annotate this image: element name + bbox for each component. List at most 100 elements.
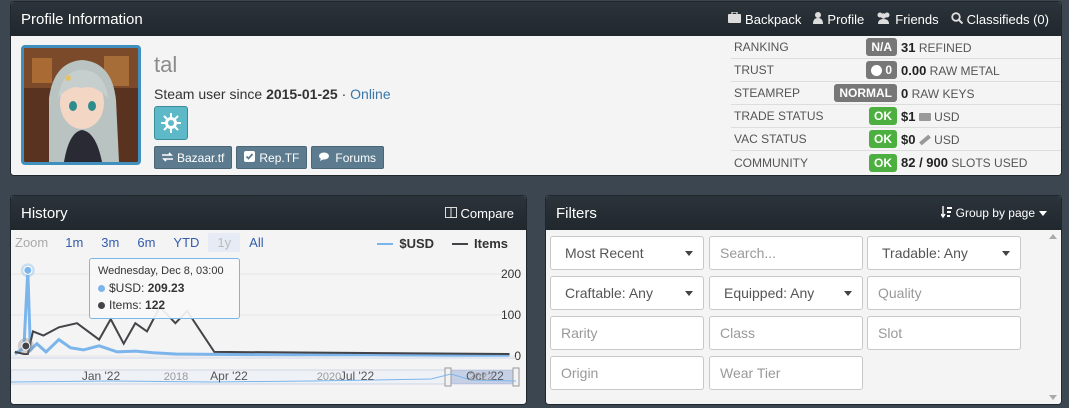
stat-unit: USD — [934, 109, 960, 124]
stat-row-vac-status: VAC STATUS OK $0 USD — [731, 128, 1061, 151]
craftable-select[interactable]: Craftable: Any — [550, 276, 704, 310]
stat-row-steamrep: STEAMREP NORMAL 0 RAW KEYS — [731, 82, 1061, 105]
origin-input[interactable]: Origin — [550, 356, 704, 390]
class-input[interactable]: Class — [709, 316, 863, 350]
status-badge[interactable]: NORMAL — [834, 84, 897, 102]
status-badge: N/A — [866, 38, 897, 56]
columns-icon — [444, 206, 457, 221]
stat-label: RANKING — [734, 40, 789, 54]
legend-swatch — [377, 242, 394, 245]
status-badge: OK — [869, 130, 897, 148]
classifieds-label: Classifieds (0) — [966, 11, 1049, 27]
compare-label: Compare — [460, 205, 514, 221]
status-badge: OK — [869, 153, 897, 172]
stat-row-community: COMMUNITY OK 82 / 900 SLOTS USED — [731, 151, 1061, 174]
input-placeholder: Quality — [878, 285, 922, 301]
history-chart-svg[interactable]: 2001000Jan '22 Apr '22 Jul '22 Oct '222018 2… — [11, 230, 526, 405]
navigator-tick-label: 2022 — [469, 371, 493, 383]
select-value: Tradable: Any — [882, 245, 968, 261]
legend-item-usd[interactable]: $USD — [377, 236, 434, 251]
forums-label: Forums — [335, 150, 377, 165]
forums-button[interactable]: Forums — [311, 146, 385, 169]
external-links: Bazaar.tf Rep.TF Forums — [154, 146, 385, 169]
search-input[interactable]: Search... — [709, 236, 863, 270]
chart-tooltip: Wednesday, Dec 8, 03:00 $USD: 209.23 Ite… — [89, 258, 240, 319]
zoom-3m-button[interactable]: 3m — [92, 233, 128, 252]
bazaar-label: Bazaar.tf — [177, 150, 225, 165]
group-by-dropdown[interactable]: Group by page — [940, 196, 1047, 230]
scroll-down-icon — [1049, 395, 1057, 400]
trust-score: 0 — [885, 63, 892, 77]
chevron-down-icon — [1002, 250, 1010, 256]
wear-tier-input[interactable]: Wear Tier — [709, 356, 863, 390]
quality-input[interactable]: Quality — [867, 276, 1021, 310]
bazaar-button[interactable]: Bazaar.tf — [154, 146, 233, 169]
gear-badge-icon[interactable] — [154, 106, 188, 140]
zoom-ytd-button[interactable]: YTD — [164, 233, 208, 252]
stat-unit: RAW METAL — [929, 63, 1000, 78]
users-icon — [876, 12, 891, 27]
history-panel: History Compare 200 100 0 Jan '22 Apr '22 Jul… — [10, 195, 527, 405]
y-tick-label: 200 — [501, 267, 521, 281]
usd-hover-point — [23, 265, 33, 275]
comments-icon — [319, 151, 331, 165]
toggle-icon — [871, 64, 883, 76]
zoom-all-button[interactable]: All — [240, 233, 272, 252]
profile-link[interactable]: Profile — [813, 11, 865, 27]
caret-down-icon — [1039, 210, 1047, 216]
navigator-tick-label: 2020 — [317, 371, 341, 383]
profile-label: Profile — [827, 11, 865, 27]
classifieds-link[interactable]: Classifieds (0) — [950, 11, 1049, 27]
zoom-1m-button[interactable]: 1m — [56, 233, 92, 252]
items-dot — [98, 302, 105, 309]
reptf-label: Rep.TF — [259, 150, 300, 165]
items-hover-point — [21, 341, 31, 351]
navigator-tick-label: 2018 — [164, 371, 188, 383]
zoom-label: Zoom — [15, 235, 49, 250]
input-placeholder: Origin — [561, 365, 599, 381]
scrollbar[interactable] — [1048, 232, 1058, 402]
since-prefix: Steam user since — [154, 86, 263, 102]
stat-number: 0 — [901, 85, 909, 101]
member-since: Steam user since 2015-01-25 · Online — [154, 86, 391, 102]
zoom-1y-button[interactable]: 1y — [208, 233, 241, 252]
stat-label: COMMUNITY — [734, 155, 808, 170]
select-value: Most Recent — [565, 245, 644, 261]
search-icon — [950, 11, 963, 27]
y-tick-label: 0 — [514, 349, 521, 363]
avatar[interactable] — [21, 45, 141, 165]
equipped-select[interactable]: Equipped: Any — [709, 276, 863, 310]
stat-number: 0.00 — [901, 62, 927, 78]
slot-input[interactable]: Slot — [867, 316, 1021, 350]
legend-label: Items — [474, 236, 508, 251]
panel-title: History — [21, 204, 68, 222]
stat-number: 31 — [901, 39, 916, 55]
stat-row-trade-status: TRADE STATUS OK $1 USD — [731, 105, 1061, 128]
zoom-6m-button[interactable]: 6m — [128, 233, 164, 252]
stats-table: RANKING N/A 31 REFINED TRUST 0 0.00 RAW … — [731, 36, 1061, 174]
tradable-select[interactable]: Tradable: Any — [867, 236, 1021, 270]
stat-label: STEAMREP — [734, 86, 801, 100]
history-header-links: Compare — [444, 196, 514, 230]
compare-button[interactable]: Compare — [444, 205, 514, 221]
reptf-button[interactable]: Rep.TF — [236, 146, 308, 169]
scroll-up-icon — [1049, 234, 1057, 239]
stat-value: $1 USD — [901, 109, 960, 124]
x-tick-label: Apr '22 — [210, 369, 248, 383]
stat-row-trust: TRUST 0 0.00 RAW METAL — [731, 59, 1061, 82]
legend-item-items[interactable]: Items — [452, 236, 508, 251]
stat-unit: RAW KEYS — [911, 86, 975, 101]
backpack-label: Backpack — [745, 11, 802, 27]
x-tick-label: Jan '22 — [82, 369, 121, 383]
rarity-input[interactable]: Rarity — [550, 316, 704, 350]
sort-icon — [940, 205, 952, 221]
x-tick-label: Jul '22 — [340, 369, 375, 383]
stat-number: $0 — [901, 131, 916, 147]
group-by-label: Group by page — [955, 206, 1035, 220]
backpack-link[interactable]: Backpack — [728, 11, 802, 27]
profile-nav-links: Backpack Profile Friends Classifieds (0) — [728, 2, 1049, 36]
sort-select[interactable]: Most Recent — [550, 236, 704, 270]
friends-link[interactable]: Friends — [876, 12, 939, 27]
stat-value: 0.00 RAW METAL — [901, 63, 1000, 78]
tooltip-items-value: 122 — [145, 298, 166, 312]
